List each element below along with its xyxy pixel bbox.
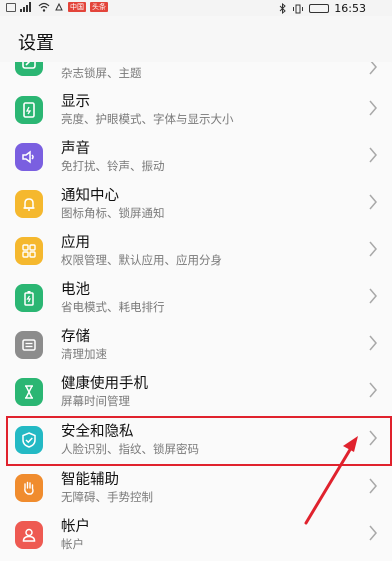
chevron-right-icon (369, 335, 377, 351)
settings-item-sub: 人脸识别、指纹、锁屏密码 (61, 442, 199, 456)
chevron-right-icon (369, 62, 377, 75)
settings-item-label: 显示 (61, 94, 90, 110)
chevron-right-icon (369, 241, 377, 257)
status-time: 16:53 (334, 2, 366, 15)
battery-settings-icon (15, 284, 43, 312)
battery-icon (309, 4, 330, 13)
settings-item-label: 通知中心 (61, 188, 119, 204)
settings-item-sub: 帐户 (61, 537, 84, 551)
settings-item-label: 电池 (61, 282, 90, 298)
settings-item-sub: 免打扰、铃声、振动 (61, 159, 165, 173)
hourglass-icon (15, 378, 43, 406)
settings-item-sound[interactable]: 声音 免打扰、铃声、振动 (0, 133, 392, 180)
settings-item-sub: 杂志锁屏、主题 (61, 66, 142, 80)
status-bar: 中国 头条 16:53 (0, 0, 392, 16)
page-title: 设置 (18, 33, 54, 54)
settings-item-sub: 图标角标、锁屏通知 (61, 206, 165, 220)
apps-icon (15, 237, 43, 265)
chevron-right-icon (369, 100, 377, 116)
hand-icon (15, 474, 43, 502)
signal-icon (20, 2, 31, 12)
settings-item-notifications[interactable]: 通知中心 图标角标、锁屏通知 (0, 180, 392, 227)
settings-list: 杂志锁屏、主题 显示 亮度、护眼模式、字体与显示大小 声音 免打扰、铃声、振动 … (0, 62, 392, 561)
settings-item-label: 应用 (61, 235, 90, 251)
settings-item-label: 声音 (61, 141, 90, 157)
chevron-right-icon (369, 478, 377, 494)
settings-item-apps[interactable]: 应用 权限管理、默认应用、应用分身 (0, 227, 392, 274)
settings-item-sub: 省电模式、耗电排行 (61, 300, 165, 314)
settings-item-security-privacy[interactable]: 安全和隐私 人脸识别、指纹、锁屏密码 (0, 416, 392, 463)
settings-item-sub: 清理加速 (61, 347, 107, 361)
status-badge-toutiao: 头条 (90, 2, 108, 12)
settings-item-storage[interactable]: 存储 清理加速 (0, 321, 392, 368)
settings-item-sub: 亮度、护眼模式、字体与显示大小 (61, 112, 234, 126)
settings-item-smart-assistance[interactable]: 智能辅助 无障碍、手势控制 (0, 464, 392, 511)
settings-item-label: 帐户 (61, 519, 90, 535)
chevron-right-icon (369, 382, 377, 398)
display-icon (15, 96, 43, 124)
shield-icon (15, 426, 43, 454)
settings-item-label: 存储 (61, 329, 90, 345)
storage-icon (15, 331, 43, 359)
status-badge-news: 中国 (68, 2, 86, 12)
settings-item-label: 健康使用手机 (61, 376, 148, 392)
settings-item-accounts[interactable]: 帐户 帐户 (0, 511, 392, 558)
settings-item-display[interactable]: 显示 亮度、护眼模式、字体与显示大小 (0, 86, 392, 133)
theme-icon (15, 62, 43, 76)
bluetooth-icon (279, 3, 287, 14)
account-icon (15, 521, 43, 549)
settings-header: 设置 (0, 16, 392, 62)
bell-icon (15, 190, 43, 218)
settings-item-sub: 权限管理、默认应用、应用分身 (61, 253, 222, 267)
settings-item-label: 安全和隐私 (61, 424, 134, 440)
chevron-right-icon (369, 288, 377, 304)
settings-item-digital-balance[interactable]: 健康使用手机 屏幕时间管理 (0, 368, 392, 415)
wifi-icon (38, 2, 50, 12)
chevron-right-icon (369, 430, 377, 446)
settings-item-theme[interactable]: 杂志锁屏、主题 (0, 62, 392, 86)
sound-icon (15, 143, 43, 171)
chevron-right-icon (369, 194, 377, 210)
settings-item-label: 智能辅助 (61, 472, 119, 488)
status-bar-left: 中国 头条 (6, 2, 108, 12)
settings-item-battery[interactable]: 电池 省电模式、耗电排行 (0, 274, 392, 321)
settings-item-sub: 无障碍、手势控制 (61, 490, 153, 504)
notification-icon (55, 2, 63, 11)
chevron-right-icon (369, 147, 377, 163)
vibrate-icon (293, 4, 304, 13)
settings-item-sub: 屏幕时间管理 (61, 394, 130, 408)
sim-icon (6, 2, 16, 12)
chevron-right-icon (369, 525, 377, 541)
status-bar-right: 16:53 (279, 2, 366, 15)
